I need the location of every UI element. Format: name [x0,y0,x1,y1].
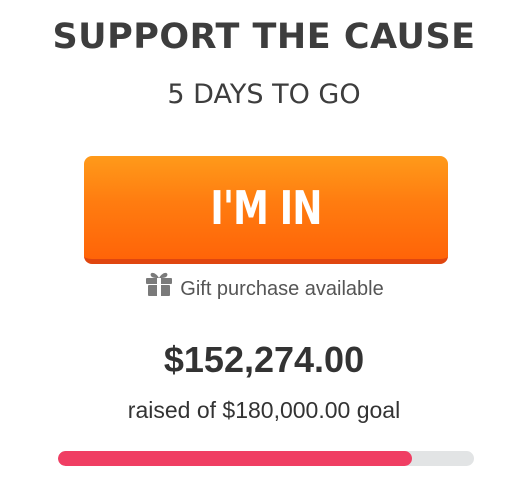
campaign-headline: SUPPORT THE CAUSE [52,17,476,57]
back-campaign-button-label: I'M IN [210,181,322,235]
days-remaining: 5 DAYS TO GO [167,79,361,110]
gift-purchase-link[interactable]: Gift purchase available [0,273,528,304]
amount-raised: $152,274.00 [163,339,365,380]
gift-icon [144,270,174,305]
gift-purchase-text: Gift purchase available [180,278,384,300]
funding-progress-fill [58,451,412,466]
funding-progress-bar [58,451,474,466]
back-campaign-button[interactable]: I'M IN [84,156,448,264]
goal-text: raised of $180,000.00 goal [127,397,401,423]
